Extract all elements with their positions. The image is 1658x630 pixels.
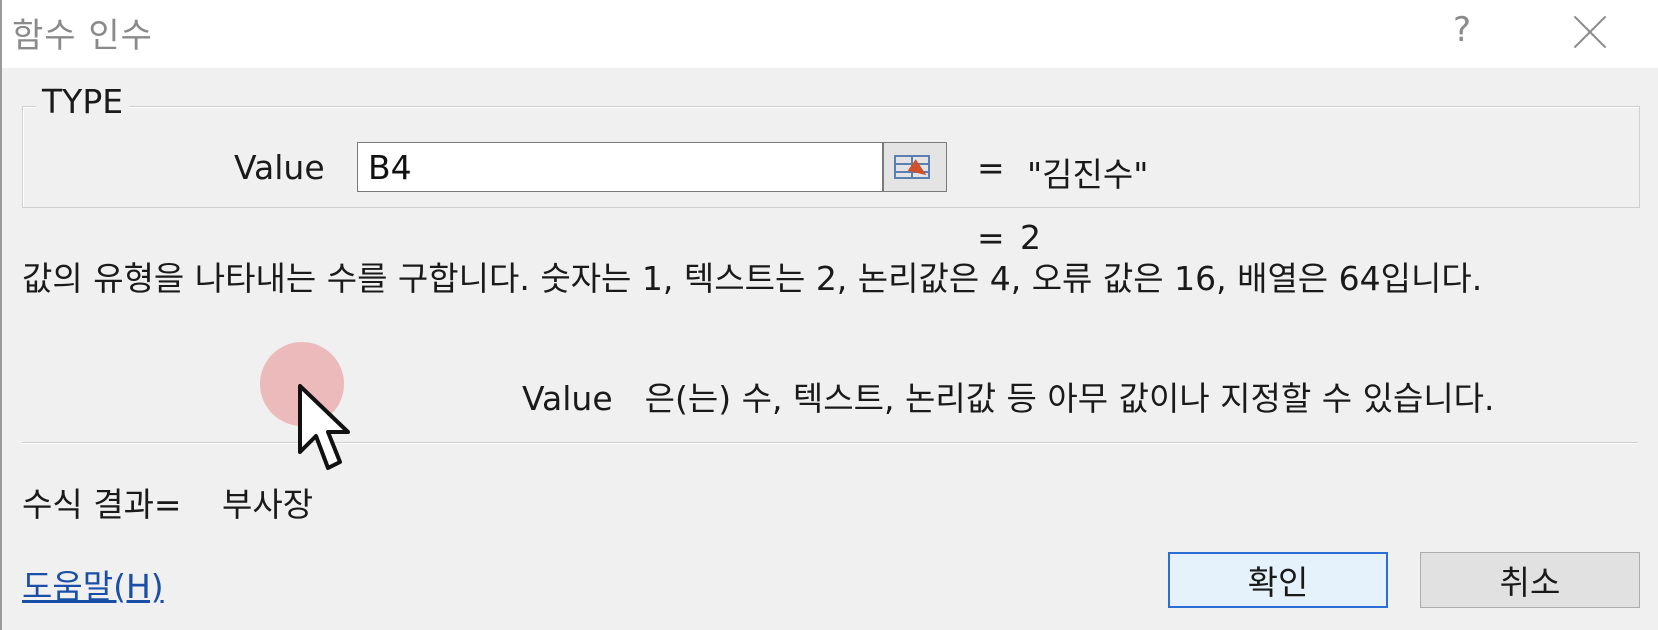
- argument-description: Value 은(는) 수, 텍스트, 논리값 등 아무 값이나 지정할 수 있습니…: [522, 372, 1495, 420]
- function-result-value: 2: [1020, 218, 1041, 257]
- range-select-button[interactable]: [883, 142, 947, 192]
- function-arguments-dialog: 함수 인수 ? TYPE Value = "김진수" = 2 값의 유형을 나타…: [0, 0, 1658, 630]
- function-description: 값의 유형을 나타내는 수를 구합니다. 숫자는 1, 텍스트는 2, 논리값은…: [22, 259, 1483, 298]
- argument-label: Value: [234, 148, 325, 187]
- formula-result-value: 부사장: [222, 485, 314, 524]
- divider: [22, 442, 1638, 443]
- dialog-title: 함수 인수: [12, 16, 153, 56]
- formula-result-label: 수식 결과=: [22, 485, 182, 524]
- help-link[interactable]: 도움말(H): [22, 560, 164, 608]
- argument-evaluated-value: "김진수": [1027, 155, 1149, 194]
- close-icon[interactable]: [1570, 12, 1610, 52]
- help-icon[interactable]: ?: [1442, 10, 1482, 50]
- cancel-button[interactable]: 취소: [1420, 552, 1640, 608]
- ok-button[interactable]: 확인: [1168, 552, 1388, 608]
- title-bar[interactable]: 함수 인수 ?: [2, 0, 1658, 68]
- argument-description-name: Value: [522, 379, 613, 418]
- mouse-cursor-icon: [298, 384, 350, 470]
- argument-description-text: 은(는) 수, 텍스트, 논리값 등 아무 값이나 지정할 수 있습니다.: [644, 379, 1495, 418]
- result-equals: =: [977, 218, 1005, 257]
- function-name: TYPE: [36, 82, 130, 121]
- argument-equals: =: [977, 148, 1005, 187]
- value-argument-input[interactable]: [357, 142, 883, 192]
